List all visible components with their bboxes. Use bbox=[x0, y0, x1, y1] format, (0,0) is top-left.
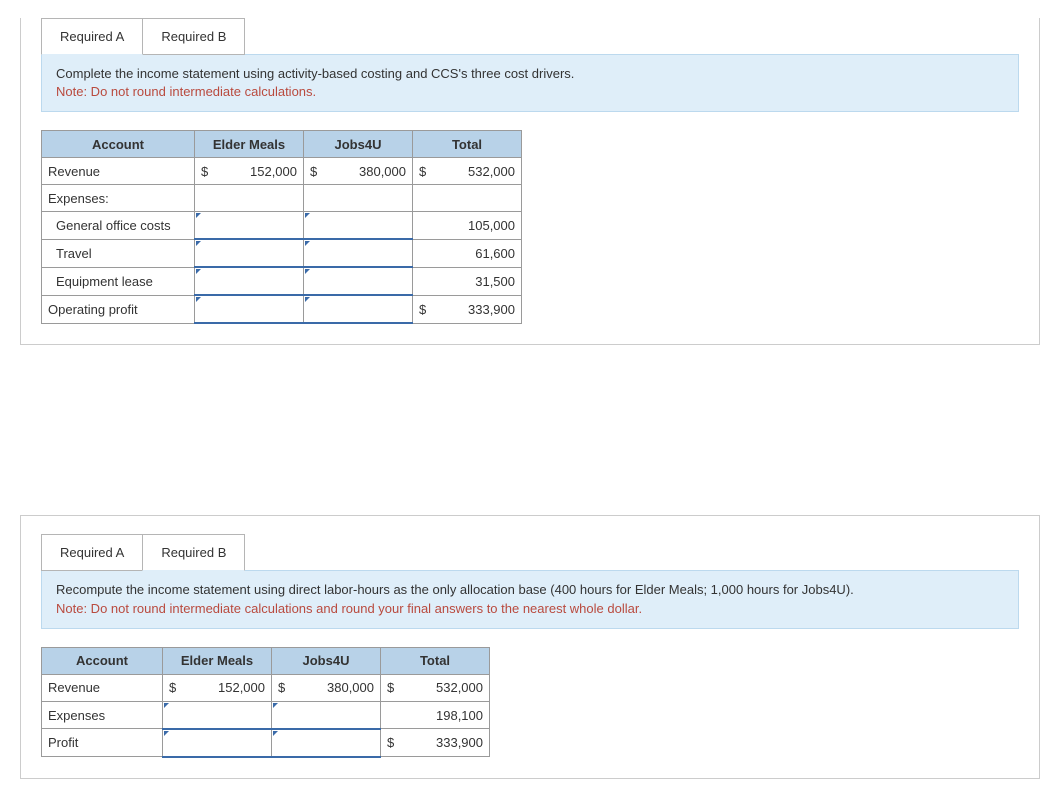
row-profit-label: Profit bbox=[42, 729, 163, 757]
cell: 532,000 bbox=[437, 158, 522, 185]
input-cell[interactable] bbox=[272, 729, 381, 757]
cell: $ bbox=[163, 674, 188, 701]
input-cell[interactable] bbox=[195, 267, 304, 295]
input-cell[interactable] bbox=[195, 212, 304, 240]
table-row: Equipment lease 31,500 bbox=[42, 267, 522, 295]
input-cell[interactable] bbox=[163, 729, 272, 757]
instructions: Complete the income statement using acti… bbox=[41, 54, 1019, 112]
cell bbox=[413, 267, 438, 295]
input-cell[interactable] bbox=[304, 239, 413, 267]
cell bbox=[304, 185, 329, 212]
cell: 333,900 bbox=[405, 729, 490, 757]
cell: 532,000 bbox=[405, 674, 490, 701]
col-elder: Elder Meals bbox=[163, 647, 272, 674]
cell bbox=[437, 185, 522, 212]
cell bbox=[219, 185, 304, 212]
instruction-note: Note: Do not round intermediate calculat… bbox=[56, 601, 642, 616]
instruction-text: Complete the income statement using acti… bbox=[56, 66, 574, 81]
instruction-note: Note: Do not round intermediate calculat… bbox=[56, 84, 316, 99]
cell: $ bbox=[413, 295, 438, 323]
cell: 333,900 bbox=[437, 295, 522, 323]
table-row: Operating profit $ 333,900 bbox=[42, 295, 522, 323]
tab-required-b[interactable]: Required B bbox=[142, 18, 245, 55]
row-general-label: General office costs bbox=[42, 212, 195, 240]
income-table-b: Account Elder Meals Jobs4U Total Revenue… bbox=[41, 647, 490, 758]
row-opprofit-label: Operating profit bbox=[42, 295, 195, 323]
col-account: Account bbox=[42, 647, 163, 674]
cell: $ bbox=[381, 674, 406, 701]
cell bbox=[413, 185, 438, 212]
panel-required-a: Required A Required B Complete the incom… bbox=[20, 18, 1040, 345]
instruction-text: Recompute the income statement using dir… bbox=[56, 582, 854, 597]
table-row: Profit $ 333,900 bbox=[42, 729, 490, 757]
tab-required-a[interactable]: Required A bbox=[41, 534, 143, 571]
cell bbox=[413, 212, 438, 240]
col-jobs: Jobs4U bbox=[272, 647, 381, 674]
table-row: General office costs 105,000 bbox=[42, 212, 522, 240]
tab-required-a[interactable]: Required A bbox=[41, 18, 143, 55]
input-cell[interactable] bbox=[304, 267, 413, 295]
table-row: Expenses: bbox=[42, 185, 522, 212]
table-row: Expenses 198,100 bbox=[42, 701, 490, 729]
cell: $ bbox=[272, 674, 297, 701]
input-cell[interactable] bbox=[272, 701, 381, 729]
cell: $ bbox=[195, 158, 220, 185]
income-table-a: Account Elder Meals Jobs4U Total Revenue… bbox=[41, 130, 522, 324]
row-revenue-label: Revenue bbox=[42, 674, 163, 701]
tabs: Required A Required B bbox=[41, 18, 1019, 55]
cell: 198,100 bbox=[405, 701, 490, 729]
input-cell[interactable] bbox=[163, 701, 272, 729]
col-account: Account bbox=[42, 131, 195, 158]
input-cell[interactable] bbox=[304, 212, 413, 240]
panel-required-b: Required A Required B Recompute the inco… bbox=[20, 515, 1040, 778]
col-elder: Elder Meals bbox=[195, 131, 304, 158]
cell: $ bbox=[413, 158, 438, 185]
tab-required-b[interactable]: Required B bbox=[142, 534, 245, 571]
row-expenses-label: Expenses: bbox=[42, 185, 195, 212]
cell bbox=[195, 185, 220, 212]
tabs: Required A Required B bbox=[41, 534, 1019, 571]
col-jobs: Jobs4U bbox=[304, 131, 413, 158]
cell: 61,600 bbox=[437, 239, 522, 267]
table-row: Revenue $ 152,000 $ 380,000 $ 532,000 bbox=[42, 674, 490, 701]
cell: $ bbox=[304, 158, 329, 185]
table-row: Travel 61,600 bbox=[42, 239, 522, 267]
row-travel-label: Travel bbox=[42, 239, 195, 267]
cell bbox=[328, 185, 413, 212]
cell: 152,000 bbox=[219, 158, 304, 185]
col-total: Total bbox=[381, 647, 490, 674]
cell bbox=[381, 701, 406, 729]
cell: 380,000 bbox=[296, 674, 381, 701]
row-revenue-label: Revenue bbox=[42, 158, 195, 185]
input-cell[interactable] bbox=[304, 295, 413, 323]
cell: 105,000 bbox=[437, 212, 522, 240]
input-cell[interactable] bbox=[195, 239, 304, 267]
instructions: Recompute the income statement using dir… bbox=[41, 570, 1019, 628]
table-row: Revenue $ 152,000 $ 380,000 $ 532,000 bbox=[42, 158, 522, 185]
cell: 31,500 bbox=[437, 267, 522, 295]
cell: 380,000 bbox=[328, 158, 413, 185]
cell: $ bbox=[381, 729, 406, 757]
col-total: Total bbox=[413, 131, 522, 158]
cell bbox=[413, 239, 438, 267]
cell: 152,000 bbox=[187, 674, 272, 701]
input-cell[interactable] bbox=[195, 295, 304, 323]
row-equip-label: Equipment lease bbox=[42, 267, 195, 295]
row-expenses-label: Expenses bbox=[42, 701, 163, 729]
